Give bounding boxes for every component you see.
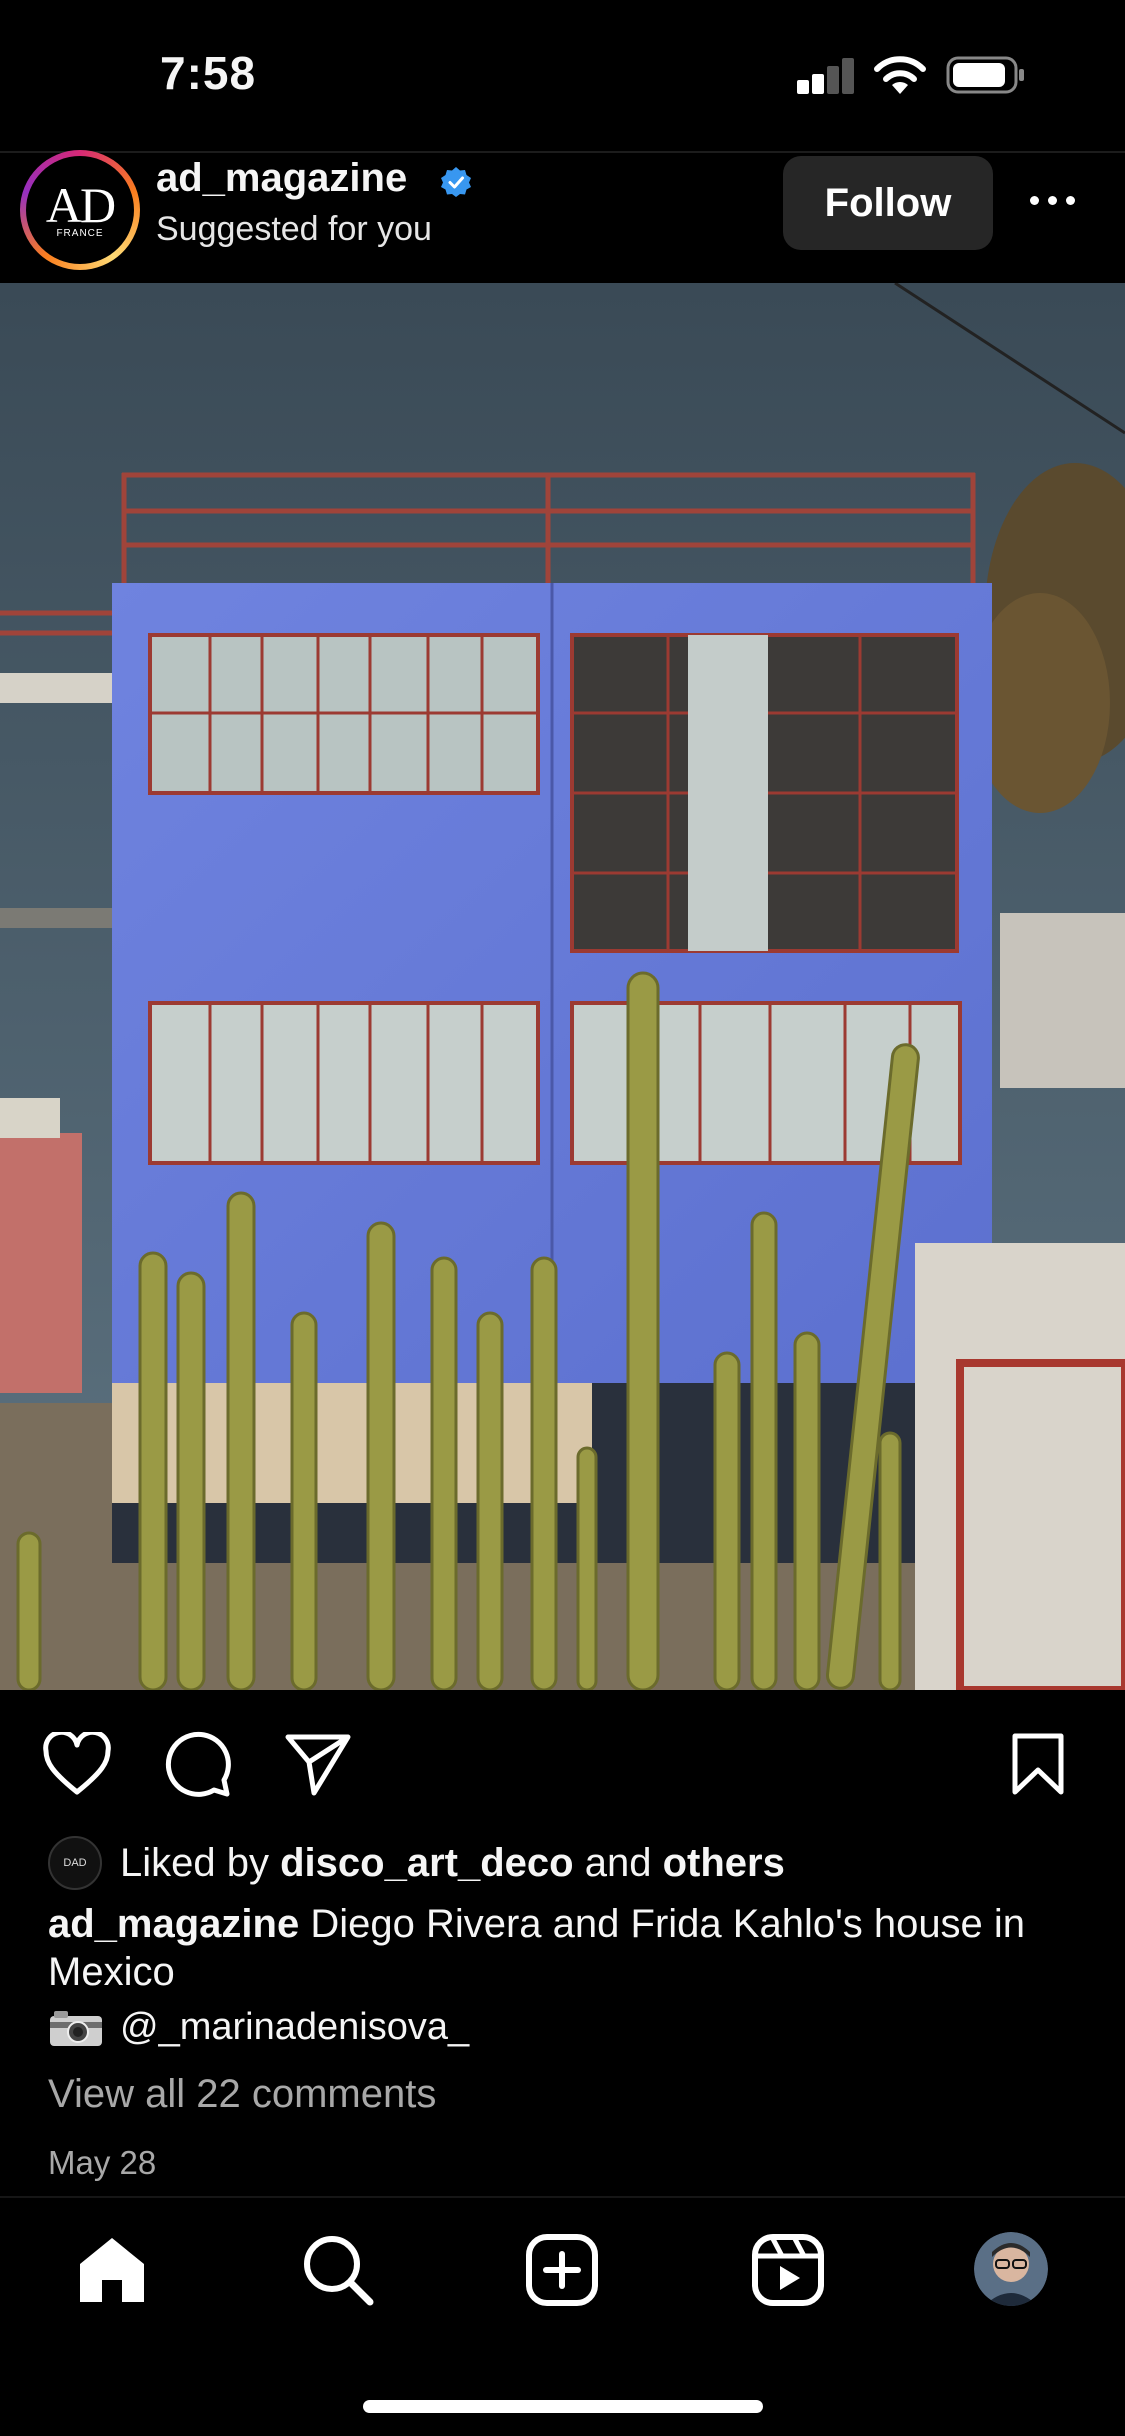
home-icon[interactable]: [74, 2232, 150, 2308]
credit-handle[interactable]: @_marinadenisova_: [120, 2006, 469, 2049]
header-divider: [0, 151, 1125, 153]
share-icon[interactable]: [284, 1732, 352, 1796]
liked-by-avatar[interactable]: DAD: [48, 1836, 102, 1890]
view-comments-link[interactable]: View all 22 comments: [48, 2072, 436, 2117]
liked-by-prefix: Liked by: [120, 1840, 269, 1885]
more-options-icon[interactable]: [1030, 185, 1090, 215]
avatar-logo-subtext: FRANCE: [56, 227, 104, 239]
caption-username[interactable]: ad_magazine: [48, 1902, 299, 1946]
battery-icon: [946, 56, 1024, 94]
avatar[interactable]: AD FRANCE: [26, 156, 134, 264]
verified-badge-icon: [441, 167, 471, 197]
liked-by-and: and: [584, 1840, 652, 1885]
post-caption: ad_magazine Diego Rivera and Frida Kahlo…: [48, 1900, 1078, 1996]
wifi-icon: [874, 56, 926, 94]
bookmark-icon[interactable]: [1010, 1732, 1066, 1796]
cellular-signal-icon: [797, 58, 855, 94]
liked-by-others[interactable]: others: [663, 1841, 785, 1885]
post-username[interactable]: ad_magazine: [156, 156, 407, 201]
avatar-logo-text: AD: [45, 176, 116, 233]
liked-by-row[interactable]: DAD Liked by disco_art_deco and others: [48, 1836, 785, 1890]
post-date: May 28: [48, 2144, 157, 2181]
camera-icon: [50, 2010, 102, 2046]
liked-by-username[interactable]: disco_art_deco: [280, 1841, 573, 1885]
follow-button[interactable]: Follow: [783, 156, 993, 250]
status-bar: 7:58: [0, 0, 1125, 150]
profile-avatar[interactable]: [974, 2232, 1048, 2306]
post-photo[interactable]: [0, 283, 1125, 1690]
comment-icon[interactable]: [164, 1730, 232, 1798]
search-icon[interactable]: [300, 2232, 376, 2308]
create-icon[interactable]: [524, 2232, 600, 2308]
liked-by-text: Liked by disco_art_deco and others: [120, 1841, 785, 1886]
heart-icon[interactable]: [42, 1732, 112, 1796]
tabbar-divider: [0, 2196, 1125, 2198]
home-indicator[interactable]: [363, 2400, 763, 2413]
reels-icon[interactable]: [750, 2232, 826, 2308]
photo-credit: @_marinadenisova_: [48, 2006, 469, 2049]
status-time: 7:58: [160, 47, 257, 99]
suggested-label: Suggested for you: [156, 210, 432, 248]
liked-avatar-text: DAD: [63, 1856, 87, 1869]
